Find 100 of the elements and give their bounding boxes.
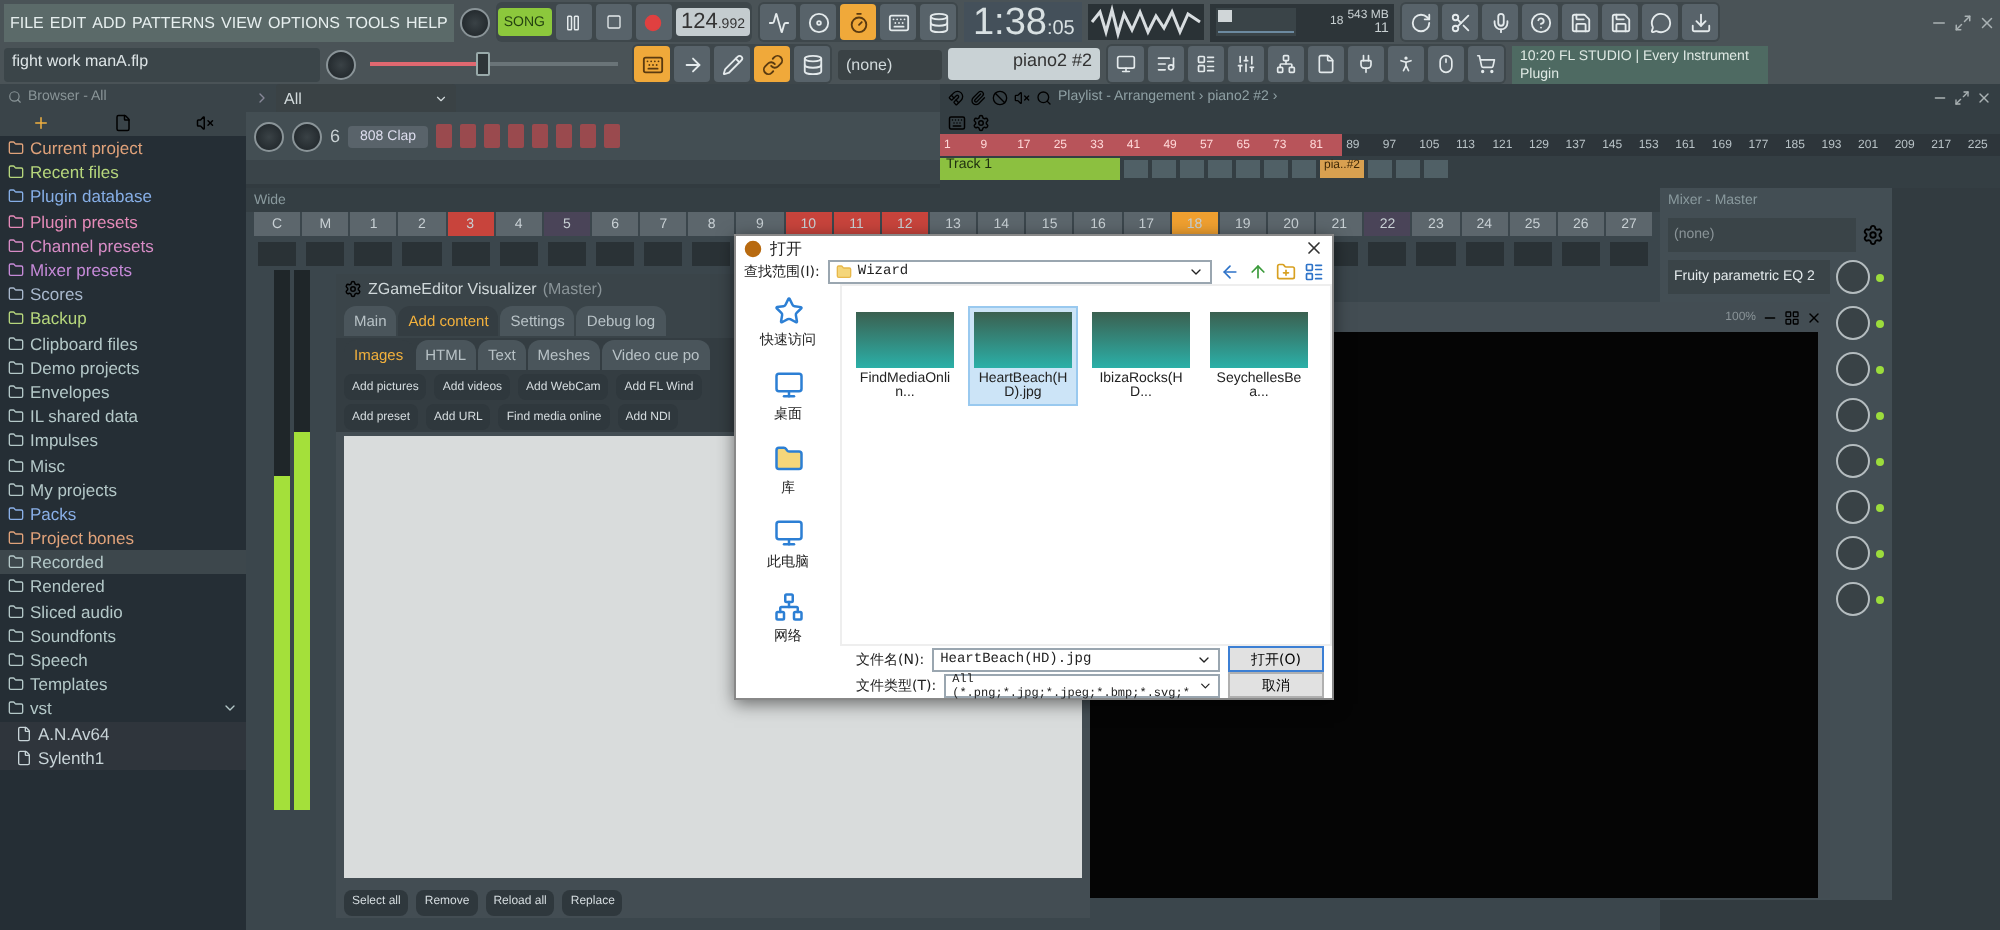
slider-thumb[interactable]	[475, 52, 490, 76]
view-menu-icon[interactable]	[1304, 262, 1324, 282]
track-fader[interactable]	[692, 242, 731, 266]
help-button[interactable]	[1522, 4, 1559, 40]
menu-item[interactable]: EDIT	[49, 13, 87, 31]
menu-item[interactable]: FILE	[10, 13, 44, 31]
plus-icon[interactable]	[32, 113, 50, 131]
browser-item[interactable]: Templates	[0, 672, 246, 697]
browser-item[interactable]: Packs	[0, 501, 246, 526]
pattern-clip[interactable]	[1152, 160, 1176, 178]
mouse-button[interactable]	[1428, 46, 1464, 82]
person-button[interactable]	[1388, 46, 1424, 82]
paperclip-icon[interactable]	[970, 89, 986, 105]
refresh-button[interactable]	[1402, 4, 1439, 40]
list-button[interactable]	[1188, 46, 1224, 82]
mix-knob[interactable]	[1836, 398, 1870, 432]
browser-item[interactable]: IL shared data	[0, 404, 246, 429]
menu-item[interactable]: HELP	[405, 13, 448, 31]
pattern-clip[interactable]	[1124, 160, 1148, 178]
pattern-clip[interactable]	[1208, 160, 1232, 178]
browser-item[interactable]: Demo projects	[0, 355, 246, 380]
channel-pan-knob[interactable]	[292, 121, 322, 151]
gear-icon[interactable]	[1862, 223, 1884, 245]
browser-item[interactable]: Mixer presets	[0, 257, 246, 283]
sliders-button[interactable]	[1228, 46, 1264, 82]
download-button[interactable]	[1682, 4, 1719, 40]
monitor-button[interactable]	[1108, 46, 1144, 82]
mix-knob[interactable]	[1836, 260, 1870, 294]
browser-item[interactable]: Rendered	[0, 574, 246, 600]
disc-button[interactable]	[800, 4, 837, 40]
browser-item[interactable]: Recorded	[0, 550, 246, 575]
browser-item[interactable]: Plugin database	[0, 184, 246, 210]
fullscreen-icon[interactable]	[1784, 309, 1800, 325]
link-button[interactable]	[754, 46, 790, 82]
browser-item[interactable]: Current project	[0, 136, 246, 161]
pitch-knob[interactable]	[326, 49, 356, 79]
pencil-button[interactable]	[714, 46, 750, 82]
menu-item[interactable]: PATTERNS	[132, 13, 216, 31]
browser-item[interactable]: Speech	[0, 647, 246, 673]
mix-knob[interactable]	[1836, 352, 1870, 386]
maximize-icon[interactable]	[1954, 89, 1970, 105]
playlist-button[interactable]	[1148, 46, 1184, 82]
status-led[interactable]	[1876, 595, 1884, 603]
browser-item[interactable]: Envelopes	[0, 379, 246, 405]
pattern-dropdown[interactable]: (none)	[838, 49, 942, 79]
volume-knob[interactable]	[459, 7, 490, 37]
plug-button[interactable]	[1348, 46, 1384, 82]
cart-button[interactable]	[1468, 46, 1504, 82]
stack-button[interactable]	[920, 4, 957, 40]
mix-knob[interactable]	[1836, 306, 1870, 340]
browser-item[interactable]: Misc	[0, 452, 246, 478]
close-icon[interactable]	[1976, 89, 1992, 105]
keyboard-button[interactable]	[634, 46, 670, 82]
status-led[interactable]	[1876, 273, 1884, 281]
microphone-button[interactable]	[1482, 4, 1519, 40]
status-led[interactable]	[1876, 411, 1884, 419]
browser-item[interactable]: My projects	[0, 477, 246, 502]
status-led[interactable]	[1876, 503, 1884, 511]
browser-item[interactable]: Scores	[0, 282, 246, 307]
timer-button[interactable]	[840, 4, 877, 40]
pattern-clip[interactable]	[1236, 160, 1260, 178]
close-icon[interactable]	[1304, 238, 1324, 258]
menu-item[interactable]: ADD	[92, 13, 127, 31]
browser-item[interactable]: A.N.Av64	[0, 721, 246, 746]
file-button[interactable]	[1308, 46, 1344, 82]
scissors-button[interactable]	[1442, 4, 1479, 40]
hierarchy-button[interactable]	[1268, 46, 1304, 82]
channel-filter-dropdown[interactable]: All	[276, 83, 456, 113]
status-led[interactable]	[1876, 549, 1884, 557]
pattern-clip[interactable]	[1396, 160, 1421, 178]
stop-button[interactable]	[595, 4, 631, 40]
pattern-clip[interactable]	[1292, 160, 1316, 178]
save-button[interactable]	[1562, 4, 1599, 40]
maximize-icon[interactable]	[1954, 13, 1972, 31]
status-led[interactable]	[1876, 365, 1884, 373]
browser-item[interactable]: Channel presets	[0, 233, 246, 258]
mix-knob[interactable]	[1836, 582, 1870, 616]
browser-item[interactable]: Clipboard files	[0, 331, 246, 356]
channel-volume-knob[interactable]	[254, 121, 284, 151]
pause-button[interactable]	[555, 4, 591, 40]
browser-item[interactable]: Recent files	[0, 160, 246, 185]
search-icon[interactable]	[8, 89, 22, 103]
pattern-clip[interactable]	[1424, 160, 1449, 178]
mix-knob[interactable]	[1836, 490, 1870, 524]
pattern-clip[interactable]	[1264, 160, 1288, 178]
pulse-button[interactable]	[760, 4, 797, 40]
back-icon[interactable]	[1220, 262, 1240, 282]
keyboard-button[interactable]	[880, 4, 917, 40]
pattern-clip[interactable]	[1180, 160, 1204, 178]
browser-item[interactable]: Sliced audio	[0, 599, 246, 624]
save-as-button[interactable]	[1602, 4, 1639, 40]
status-led[interactable]	[1876, 319, 1884, 327]
pattern-clip[interactable]	[1368, 160, 1393, 178]
browser-item[interactable]: Soundfonts	[0, 623, 246, 648]
browser-item[interactable]: Backup	[0, 306, 246, 331]
arrow-button[interactable]	[674, 46, 710, 82]
speech-bubble-button[interactable]	[1642, 4, 1679, 40]
browser-item[interactable]: Project bones	[0, 526, 246, 551]
browser-item[interactable]: Plugin presets	[0, 209, 246, 234]
pattern-selector[interactable]: piano2 #2	[948, 48, 1100, 80]
